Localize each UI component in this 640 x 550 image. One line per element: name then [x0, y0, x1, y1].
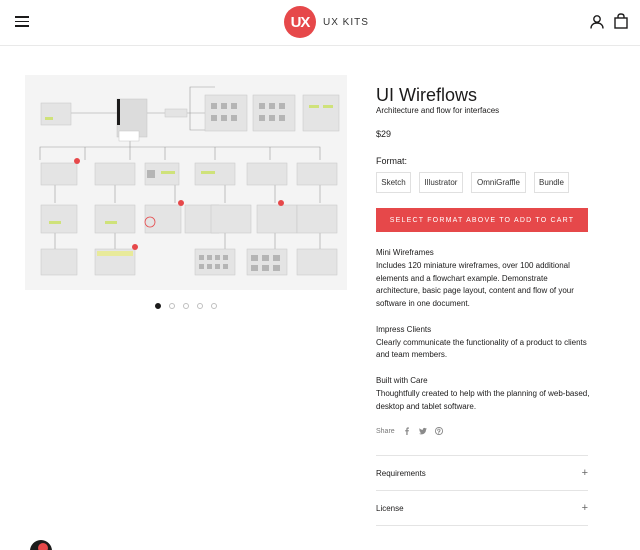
share-label: Share	[376, 427, 395, 435]
product-price: $29	[376, 129, 392, 139]
logo-mark: UX	[284, 6, 316, 38]
description-body: Thoughtfully created to help with the pl…	[376, 388, 590, 411]
share-bar: Share	[376, 427, 443, 435]
plus-icon[interactable]: +	[582, 502, 588, 514]
gallery-dot-5[interactable]	[211, 303, 217, 309]
plus-icon[interactable]: +	[582, 467, 588, 479]
description-body: Includes 120 miniature wireframes, over …	[376, 260, 574, 309]
product-title: UI Wireflows	[376, 85, 478, 105]
format-option-omnigraffle[interactable]: OmniGraffle	[471, 172, 526, 193]
product-image[interactable]	[25, 75, 347, 290]
logo-text: UX KITS	[323, 16, 369, 28]
gallery-pagination	[155, 303, 217, 309]
description-heading: Mini Wireframes	[376, 248, 434, 257]
site-header: UX UX KITS	[0, 0, 640, 46]
accordion-label: Requirements	[376, 468, 426, 478]
gallery-dot-2[interactable]	[169, 303, 175, 309]
gallery-dot-4[interactable]	[197, 303, 203, 309]
accordion-label: License	[376, 503, 404, 513]
accordion-license[interactable]: License +	[376, 490, 588, 525]
wireframe-flowchart-image	[39, 86, 340, 276]
accordion-divider	[376, 525, 588, 526]
facebook-icon[interactable]	[403, 427, 411, 435]
gallery-dot-1[interactable]	[155, 303, 161, 309]
add-to-cart-button[interactable]: SELECT FORMAT ABOVE TO ADD TO CART	[376, 208, 588, 232]
product-subtitle: Architecture and flow for interfaces	[376, 106, 500, 115]
gallery-dot-3[interactable]	[183, 303, 189, 309]
description-heading: Impress Clients	[376, 324, 432, 334]
site-logo[interactable]: UX UX KITS	[284, 6, 369, 38]
format-option-illustrator[interactable]: Illustrator	[419, 172, 463, 193]
twitter-icon[interactable]	[418, 427, 427, 435]
notification-badge	[38, 543, 48, 550]
hamburger-menu-icon[interactable]	[15, 16, 29, 27]
format-options: Sketch Illustrator OmniGraffle Bundle	[376, 172, 577, 193]
description-heading: Built with Care	[376, 375, 428, 385]
user-icon[interactable]	[590, 15, 604, 29]
format-option-sketch[interactable]: Sketch	[376, 172, 411, 193]
accordion-requirements[interactable]: Requirements +	[376, 455, 588, 490]
description-body: Clearly communicate the functionality of…	[376, 337, 587, 360]
format-option-bundle[interactable]: Bundle	[534, 172, 569, 193]
product-description: Mini Wireframes Includes 120 miniature w…	[376, 247, 591, 426]
pinterest-icon[interactable]	[434, 427, 443, 435]
shopping-bag-icon[interactable]	[614, 13, 628, 29]
format-label: Format:	[376, 156, 408, 166]
